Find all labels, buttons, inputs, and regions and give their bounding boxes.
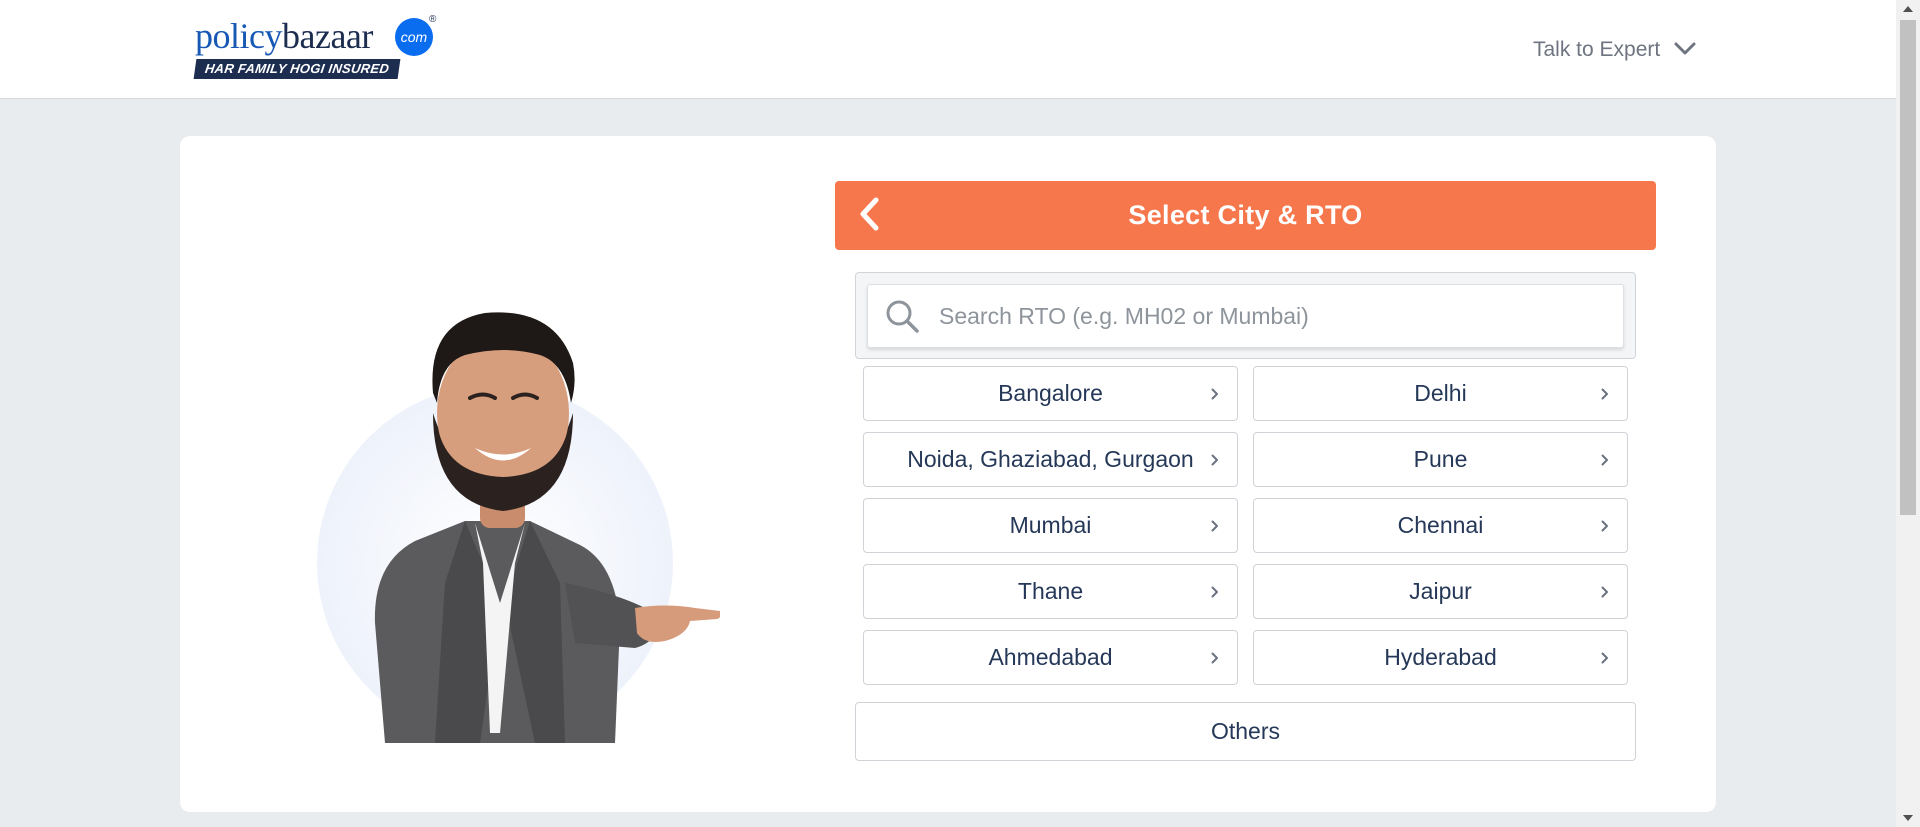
chevron-right-icon xyxy=(1211,586,1218,598)
city-option[interactable]: Delhi xyxy=(1253,366,1628,421)
search-container xyxy=(855,272,1636,359)
city-option-label: Ahmedabad xyxy=(988,644,1113,670)
scroll-down-arrow-icon[interactable] xyxy=(1896,809,1920,827)
logo-word-policy: policy xyxy=(195,16,282,56)
city-option[interactable]: Ahmedabad xyxy=(863,630,1238,685)
city-option[interactable]: Pune xyxy=(1253,432,1628,487)
logo-wordmark: policybazaar xyxy=(195,14,373,58)
chevron-down-icon xyxy=(1674,38,1696,62)
logo-registered-mark: ® xyxy=(429,14,437,25)
policybazaar-logo[interactable]: policybazaar com ® HAR FAMILY HOGI INSUR… xyxy=(193,14,445,80)
others-button[interactable]: Others xyxy=(855,702,1636,761)
chevron-right-icon xyxy=(1601,454,1608,466)
chevron-right-icon xyxy=(1211,454,1218,466)
panel-title: Select City & RTO xyxy=(1128,200,1363,230)
logo-com-badge: com xyxy=(395,18,433,56)
city-option[interactable]: Jaipur xyxy=(1253,564,1628,619)
city-option[interactable]: Chennai xyxy=(1253,498,1628,553)
chevron-right-icon xyxy=(1211,520,1218,532)
city-option-label: Mumbai xyxy=(1009,512,1092,538)
scrollbar-thumb[interactable] xyxy=(1900,20,1916,515)
top-header: policybazaar com ® HAR FAMILY HOGI INSUR… xyxy=(0,0,1896,99)
search-rto-input[interactable] xyxy=(939,285,1623,347)
chevron-right-icon xyxy=(1601,652,1608,664)
city-option[interactable]: Hyderabad xyxy=(1253,630,1628,685)
city-option-label: Hyderabad xyxy=(1384,644,1497,670)
chevron-right-icon xyxy=(1211,388,1218,400)
city-option[interactable]: Bangalore xyxy=(863,366,1238,421)
rto-selection-card: Select City & RTO Bangalore Delhi Noida,… xyxy=(180,136,1716,812)
logo-word-bazaar: bazaar xyxy=(281,16,373,56)
chevron-right-icon xyxy=(1601,586,1608,598)
search-box[interactable] xyxy=(867,284,1624,348)
select-city-header: Select City & RTO xyxy=(835,181,1656,250)
city-option[interactable]: Noida, Ghaziabad, Gurgaon xyxy=(863,432,1238,487)
city-option-label: Thane xyxy=(1017,578,1084,604)
city-option-label: Pune xyxy=(1413,446,1468,472)
chevron-right-icon xyxy=(1601,388,1608,400)
others-label: Others xyxy=(1210,718,1281,744)
city-option-label: Chennai xyxy=(1397,512,1484,538)
talk-to-expert-label: Talk to Expert xyxy=(1533,38,1661,61)
city-option[interactable]: Mumbai xyxy=(863,498,1238,553)
chevron-left-icon xyxy=(858,197,880,236)
city-option-label: Delhi xyxy=(1414,380,1467,406)
page-scrollbar[interactable] xyxy=(1896,0,1920,827)
city-option[interactable]: Thane xyxy=(863,564,1238,619)
city-option-label: Bangalore xyxy=(998,380,1103,406)
scroll-up-arrow-icon[interactable] xyxy=(1896,0,1920,18)
city-option-label: Jaipur xyxy=(1409,578,1472,604)
talk-to-expert-dropdown[interactable]: Talk to Expert xyxy=(1533,36,1696,64)
logo-tagline: HAR FAMILY HOGI INSURED xyxy=(193,59,401,79)
search-icon xyxy=(884,298,920,334)
city-option-label: Noida, Ghaziabad, Gurgaon xyxy=(907,446,1194,472)
chevron-right-icon xyxy=(1211,652,1218,664)
chevron-right-icon xyxy=(1601,520,1608,532)
back-button[interactable] xyxy=(853,197,885,236)
hero-person-image xyxy=(315,263,721,743)
